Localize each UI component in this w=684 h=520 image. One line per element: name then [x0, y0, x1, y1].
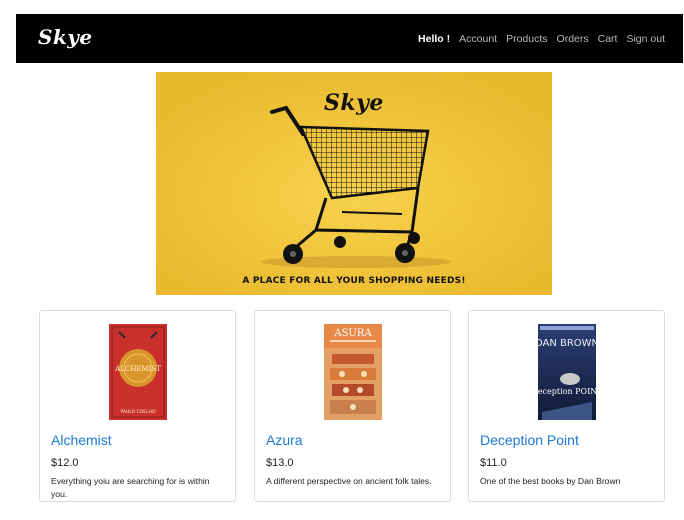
nav-link-products[interactable]: Products	[506, 33, 547, 45]
cover-title: ASURA	[333, 328, 372, 339]
nav-link-orders[interactable]: Orders	[557, 33, 589, 45]
product-price: $11.0	[480, 457, 507, 469]
hero-banner: Skye A PLACE FOR ALL YOUR SHOPPING NEEDS…	[156, 72, 552, 295]
product-card: ALCHEMIST PAULO COELHO Alchemist $12.0 E…	[39, 310, 236, 502]
product-price: $13.0	[266, 457, 294, 469]
product-title-link[interactable]: Azura	[266, 432, 303, 448]
brand-logo[interactable]: Skye	[38, 25, 93, 49]
cover-title: ALCHEMIST	[114, 365, 161, 373]
nav-links: Hello ! Account Products Orders Cart Sig…	[418, 14, 665, 63]
top-navbar: Skye Hello ! Account Products Orders Car…	[16, 14, 683, 63]
book-cover-image[interactable]: DAN BROWN Deception POINT	[537, 324, 596, 420]
greeting-text: Hello !	[418, 32, 451, 45]
product-description: One of the best books by Dan Brown	[480, 476, 621, 486]
book-cover-image[interactable]: ALCHEMIST PAULO COELHO	[108, 324, 167, 420]
product-description: A different perspective on ancient folk …	[266, 476, 432, 486]
cover-author: DAN BROWN	[538, 338, 596, 349]
product-card: ASURA Azura $13.0 A different perspectiv…	[254, 310, 451, 502]
product-price: $12.0	[51, 457, 79, 469]
nav-link-cart[interactable]: Cart	[598, 33, 618, 45]
product-description: Everything yoiu are searching for is wit…	[51, 476, 210, 499]
cover-author: PAULO COELHO	[120, 409, 156, 415]
product-card: DAN BROWN Deception POINT Deception Poin…	[468, 310, 665, 502]
nav-link-sign-out[interactable]: Sign out	[626, 33, 665, 45]
product-title-link[interactable]: Deception Point	[480, 432, 579, 448]
hero-tagline: A PLACE FOR ALL YOUR SHOPPING NEEDS!	[242, 276, 466, 286]
hero-logo-text: Skye	[324, 90, 384, 116]
nav-link-account[interactable]: Account	[459, 33, 497, 45]
product-title-link[interactable]: Alchemist	[51, 432, 112, 448]
cover-title: Deception POINT	[538, 387, 596, 396]
book-cover-image[interactable]: ASURA	[323, 324, 382, 420]
